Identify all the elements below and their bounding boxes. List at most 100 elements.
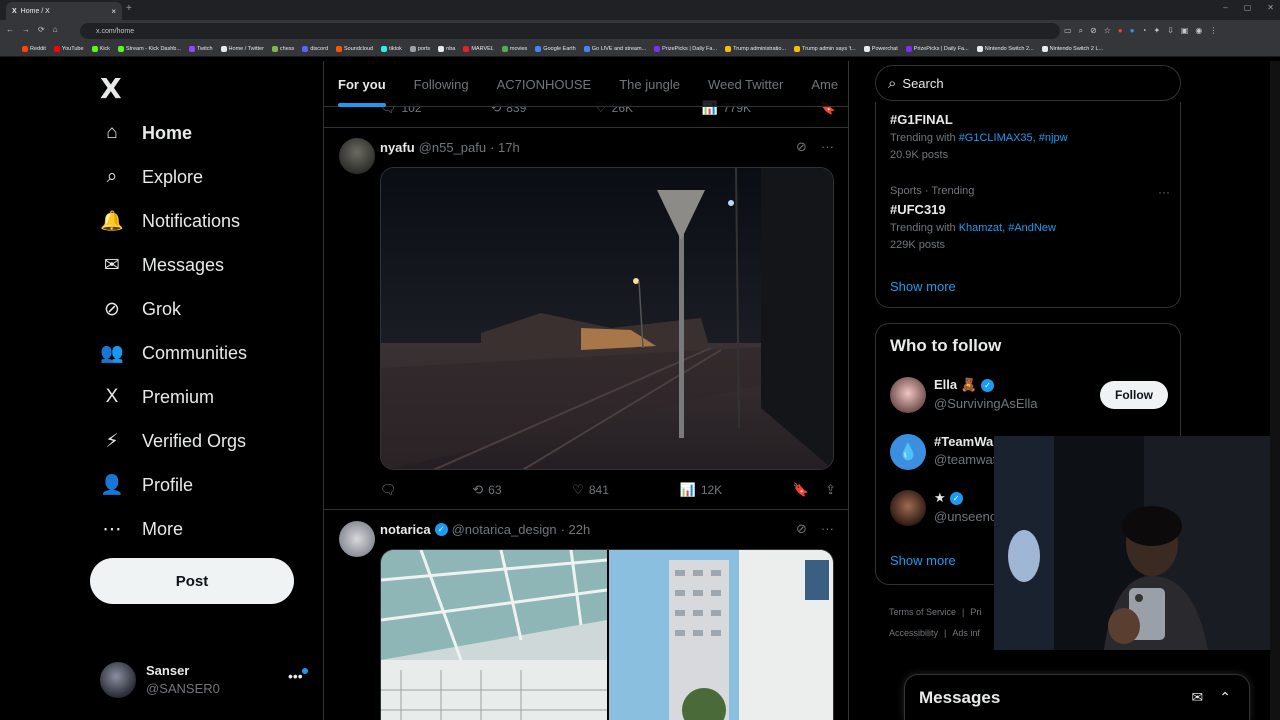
bookmark-item[interactable]: Home / Twitter — [220, 46, 264, 52]
repost-button[interactable]: ⟲ 63 — [472, 482, 501, 498]
share-icon[interactable]: ⇪ — [825, 482, 836, 498]
follow-button[interactable]: Follow — [1100, 381, 1168, 409]
bookmark-item[interactable]: tiktok — [381, 46, 402, 52]
tab-for-you[interactable]: For you — [324, 61, 400, 107]
bookmark-item[interactable]: Soundcloud — [336, 46, 373, 52]
tweet-avatar-notarica[interactable] — [339, 521, 375, 557]
bookmark-item[interactable]: Powerchat — [863, 46, 898, 52]
follow-suggestion[interactable]: 💧 #TeamWa @teamwat — [890, 434, 996, 470]
bookmark-item[interactable]: PrizePicks | Daily Fa... — [654, 46, 717, 52]
bookmark-item[interactable]: Kick — [91, 46, 110, 52]
menu-icon[interactable]: ⋮ — [1209, 26, 1217, 36]
reload-icon[interactable]: ⟳ — [38, 25, 45, 34]
sidebar-icon[interactable]: ▣ — [1181, 26, 1189, 36]
extension-a-icon[interactable]: ● — [1118, 26, 1123, 36]
bookmark-item[interactable]: chess — [271, 46, 294, 52]
bookmark-item[interactable]: Trump administratio... — [725, 46, 786, 52]
minimize-icon[interactable]: – — [1223, 3, 1227, 12]
tweet-image-glass-roof[interactable] — [381, 550, 608, 720]
puzzle-icon[interactable]: ✦ — [1153, 26, 1160, 36]
accessibility-link[interactable]: Accessibility — [889, 628, 938, 638]
tab-following[interactable]: Following — [400, 61, 483, 107]
address-bar[interactable]: x.com/home — [80, 23, 1060, 39]
more-icon[interactable]: ··· — [821, 521, 834, 537]
profile-icon[interactable]: ◉ — [1195, 26, 1202, 36]
bookmark-item[interactable]: Nintendo Switch 2 L... — [1041, 46, 1103, 52]
terms-link[interactable]: Terms of Service — [889, 607, 956, 617]
like-button[interactable]: ♡ 841 — [572, 482, 609, 498]
more-icon[interactable]: ··· — [821, 139, 834, 155]
home-icon[interactable]: ⌂ — [53, 25, 58, 34]
tab-weed-twitter[interactable]: Weed Twitter — [694, 61, 797, 107]
sidebar-item-profile[interactable]: 👤 Profile — [100, 463, 193, 507]
tweet-time[interactable]: · 17h — [490, 140, 520, 155]
x-logo[interactable]: X — [100, 72, 122, 105]
follow-suggestion[interactable]: Ella 🧸 ✓ @SurvivingAsElla — [890, 377, 1038, 413]
sidebar-item-premium[interactable]: X Premium — [100, 375, 214, 419]
search-input[interactable]: ⌕ Search — [875, 65, 1181, 101]
bookmark-item[interactable]: Nintendo Switch 2... — [976, 46, 1034, 52]
sidebar-item-more[interactable]: ⋯ More — [100, 507, 184, 551]
post-button[interactable]: Post — [90, 558, 294, 604]
tweet-image-apartment-towers[interactable] — [609, 550, 833, 720]
grok-icon[interactable]: ⊘ — [796, 139, 807, 155]
bookmark-item[interactable]: Trump admin says 't... — [794, 46, 856, 52]
tab-close-icon[interactable]: × — [111, 7, 116, 16]
bookmark-item[interactable]: movies — [501, 46, 527, 52]
sidebar-item-explore[interactable]: ⌕ Explore — [100, 155, 203, 199]
tab-ac7ionhouse[interactable]: AC7IONHOUSE — [483, 61, 606, 107]
bookmark-item[interactable]: YouTube — [53, 46, 84, 52]
download-icon[interactable]: ⇩ — [1167, 26, 1174, 36]
eye-off-icon[interactable]: ⊘ — [1090, 26, 1097, 36]
sidebar-item-communities[interactable]: 👥 Communities — [100, 331, 247, 375]
ads-info-link[interactable]: Ads inf — [952, 628, 980, 638]
trend-more-icon[interactable]: ··· — [1158, 185, 1170, 199]
tab-the-jungle[interactable]: The jungle — [605, 61, 694, 107]
tweet-author-name[interactable]: notarica — [380, 522, 431, 537]
bookmark-item[interactable]: Stream - Kick Dashb... — [117, 46, 181, 52]
tweet-avatar-nyafu[interactable] — [339, 138, 375, 174]
page-scrollbar[interactable] — [1270, 61, 1280, 720]
bookmark-item[interactable]: PrizePicks | Daily Fa... — [905, 46, 969, 52]
extension-c-icon[interactable]: ◔ — [1142, 26, 1147, 36]
trend-item[interactable]: #G1FINAL Trending with #G1CLIMAX35, #njp… — [890, 112, 1068, 161]
grok-icon[interactable]: ⊘ — [796, 521, 807, 537]
views-button[interactable]: 📊 12K — [680, 482, 723, 498]
sidebar-item-grok[interactable]: ⊘ Grok — [100, 287, 181, 331]
reply-button[interactable]: 🗨 — [380, 482, 402, 498]
tweet-author-name[interactable]: nyafu — [380, 140, 415, 155]
trends-show-more-link[interactable]: Show more — [890, 279, 956, 294]
zoom-icon[interactable]: ⌕ — [1079, 26, 1083, 36]
tweet-image-night-street[interactable] — [380, 167, 834, 470]
follow-show-more-link[interactable]: Show more — [890, 553, 956, 568]
tweet-author-handle[interactable]: @n55_pafu — [419, 140, 486, 155]
star-icon[interactable]: ☆ — [1104, 26, 1111, 36]
bookmark-item[interactable]: discord — [302, 46, 328, 52]
compose-message-icon[interactable]: ✉ — [1192, 689, 1204, 706]
back-icon[interactable]: ← — [6, 25, 14, 34]
extension-b-icon[interactable]: ● — [1130, 26, 1135, 36]
tweet-time[interactable]: · 22h — [561, 522, 591, 537]
cast-icon[interactable]: ▭ — [1064, 26, 1072, 36]
messages-drawer[interactable]: Messages ✉ ⌃ — [904, 674, 1250, 720]
maximize-icon[interactable]: ▢ — [1244, 3, 1252, 12]
trend-item[interactable]: Sports · Trending #UFC319 Trending with … — [890, 185, 1170, 251]
account-more-icon[interactable]: ••• — [288, 668, 303, 684]
bookmark-icon[interactable]: 🔖 — [793, 482, 809, 498]
bookmark-item[interactable]: Go LIVE and stream... — [583, 46, 646, 52]
follow-suggestion[interactable]: ★ ✓ @unseeno — [890, 490, 997, 526]
expand-icon[interactable]: ⌃ — [1219, 689, 1231, 706]
tweet-author-handle[interactable]: @notarica_design — [452, 522, 557, 537]
forward-icon[interactable]: → — [22, 25, 30, 34]
bookmark-item[interactable]: ports — [409, 46, 430, 52]
new-tab-button[interactable]: + — [126, 3, 132, 14]
tab-ame[interactable]: Ame — [797, 61, 848, 107]
bookmark-item[interactable]: MARVEL — [463, 46, 494, 52]
browser-tab[interactable]: X Home / X × — [6, 2, 122, 20]
bookmark-item[interactable]: nba — [438, 46, 455, 52]
privacy-link[interactable]: Pri — [970, 607, 981, 617]
close-window-icon[interactable]: ✕ — [1267, 3, 1274, 12]
sidebar-item-home[interactable]: ⌂ Home — [100, 111, 192, 155]
bookmark-item[interactable]: Reddit — [22, 46, 46, 52]
account-switcher[interactable]: Sanser @SANSER0 ••• — [100, 660, 310, 700]
